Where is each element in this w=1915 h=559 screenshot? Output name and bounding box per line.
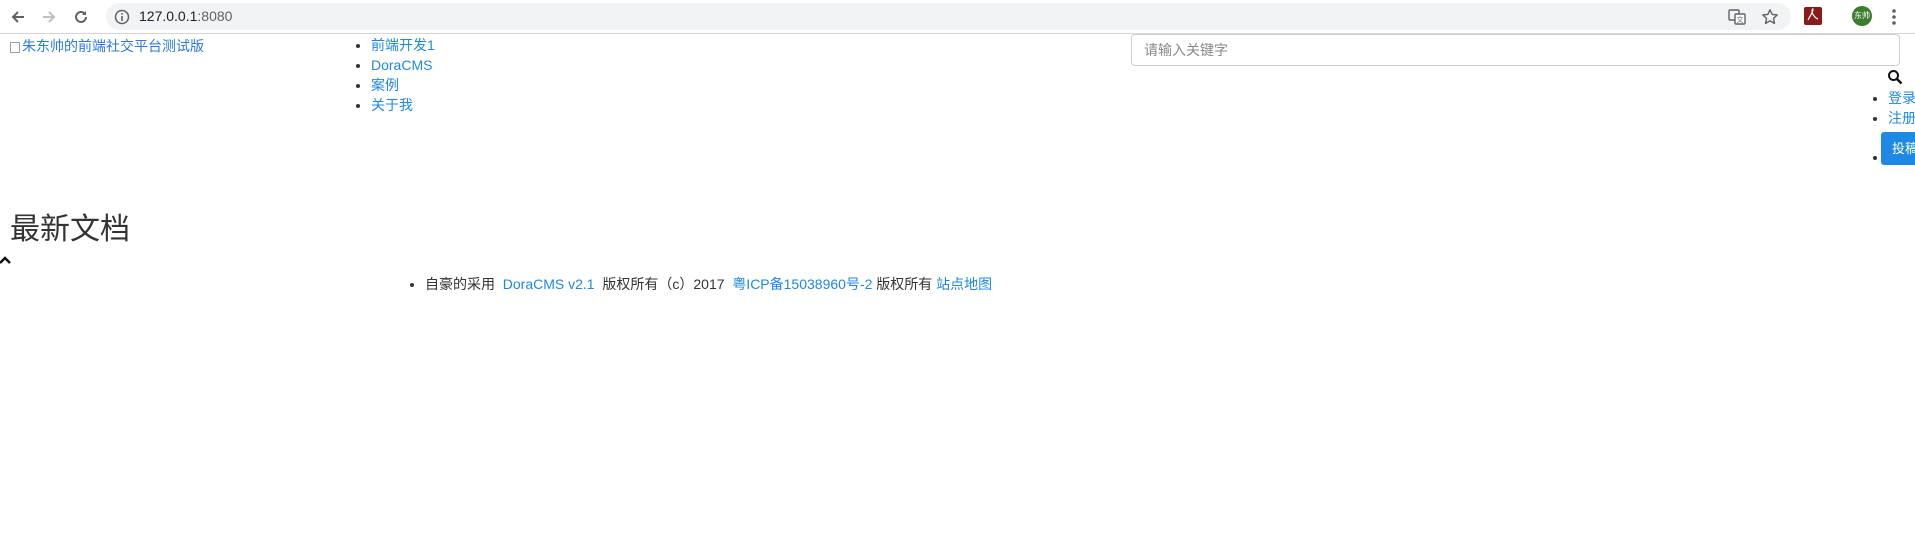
broken-image-icon: [10, 41, 20, 53]
post-button[interactable]: 投稿: [1881, 132, 1915, 165]
url-host: 127.0.0.1: [139, 8, 198, 24]
svg-text:文: 文: [1737, 15, 1744, 24]
icp-link[interactable]: 粤ICP备15038960号-2: [732, 276, 872, 292]
nav-link-doracms[interactable]: DoraCMS: [371, 57, 432, 73]
address-bar[interactable]: 127.0.0.1:8080 文: [106, 3, 1791, 30]
user-nav-login-item: 登录: [1888, 88, 1915, 108]
doracms-link[interactable]: DoraCMS v2.1: [503, 276, 595, 292]
nav-item-doracms: DoraCMS: [371, 55, 435, 75]
reload-icon[interactable]: [67, 3, 95, 31]
url-port: :8080: [197, 8, 233, 24]
url-text: 127.0.0.1:8080: [139, 3, 232, 30]
page-title: 最新文档: [10, 213, 130, 246]
info-icon[interactable]: [114, 9, 130, 25]
post-button-item: 投稿: [1881, 132, 1915, 174]
site-logo-link[interactable]: 朱东帅的前端社交平台测试版: [10, 36, 204, 56]
login-link[interactable]: 登录: [1888, 90, 1915, 106]
menu-dots-icon[interactable]: [1886, 7, 1902, 27]
footer-copyright: 版权所有（c）2017: [602, 276, 725, 292]
star-icon[interactable]: [1761, 8, 1779, 26]
search-icon[interactable]: [1887, 69, 1903, 85]
footer-powered-text: 自豪的采用: [425, 276, 495, 292]
translate-icon[interactable]: 文: [1728, 8, 1746, 26]
nav-link-about[interactable]: 关于我: [371, 97, 413, 113]
nav-item-about: 关于我: [371, 95, 435, 115]
site-logo-alt-text: 朱东帅的前端社交平台测试版: [22, 38, 204, 54]
footer-rights: 版权所有: [876, 276, 933, 292]
user-nav-register-item: 注册: [1888, 108, 1915, 128]
search-input[interactable]: [1131, 34, 1900, 66]
nav-item-frontend: 前端开发1: [371, 35, 435, 55]
sitemap-link[interactable]: 站点地图: [936, 276, 992, 292]
main-nav: 前端开发1 DoraCMS 案例 关于我: [353, 35, 435, 115]
register-link[interactable]: 注册: [1888, 110, 1915, 126]
footer-item: 自豪的采用 DoraCMS v2.1 版权所有（c）2017 粤ICP备1503…: [425, 274, 992, 294]
post-button-list: 投稿: [1870, 132, 1915, 174]
nav-link-frontend[interactable]: 前端开发1: [371, 37, 435, 53]
footer: 自豪的采用 DoraCMS v2.1 版权所有（c）2017 粤ICP备1503…: [407, 274, 992, 294]
nav-item-cases: 案例: [371, 75, 435, 95]
forward-arrow-icon[interactable]: [35, 3, 63, 31]
profile-avatar[interactable]: 东帅: [1852, 6, 1872, 26]
back-arrow-icon[interactable]: [4, 3, 32, 31]
browser-toolbar: 127.0.0.1:8080 文 东帅: [0, 0, 1915, 34]
chevron-up-icon[interactable]: [0, 254, 12, 266]
nav-link-cases[interactable]: 案例: [371, 77, 399, 93]
pdf-extension-icon[interactable]: [1804, 7, 1822, 25]
user-nav: 登录 注册: [1870, 88, 1915, 128]
